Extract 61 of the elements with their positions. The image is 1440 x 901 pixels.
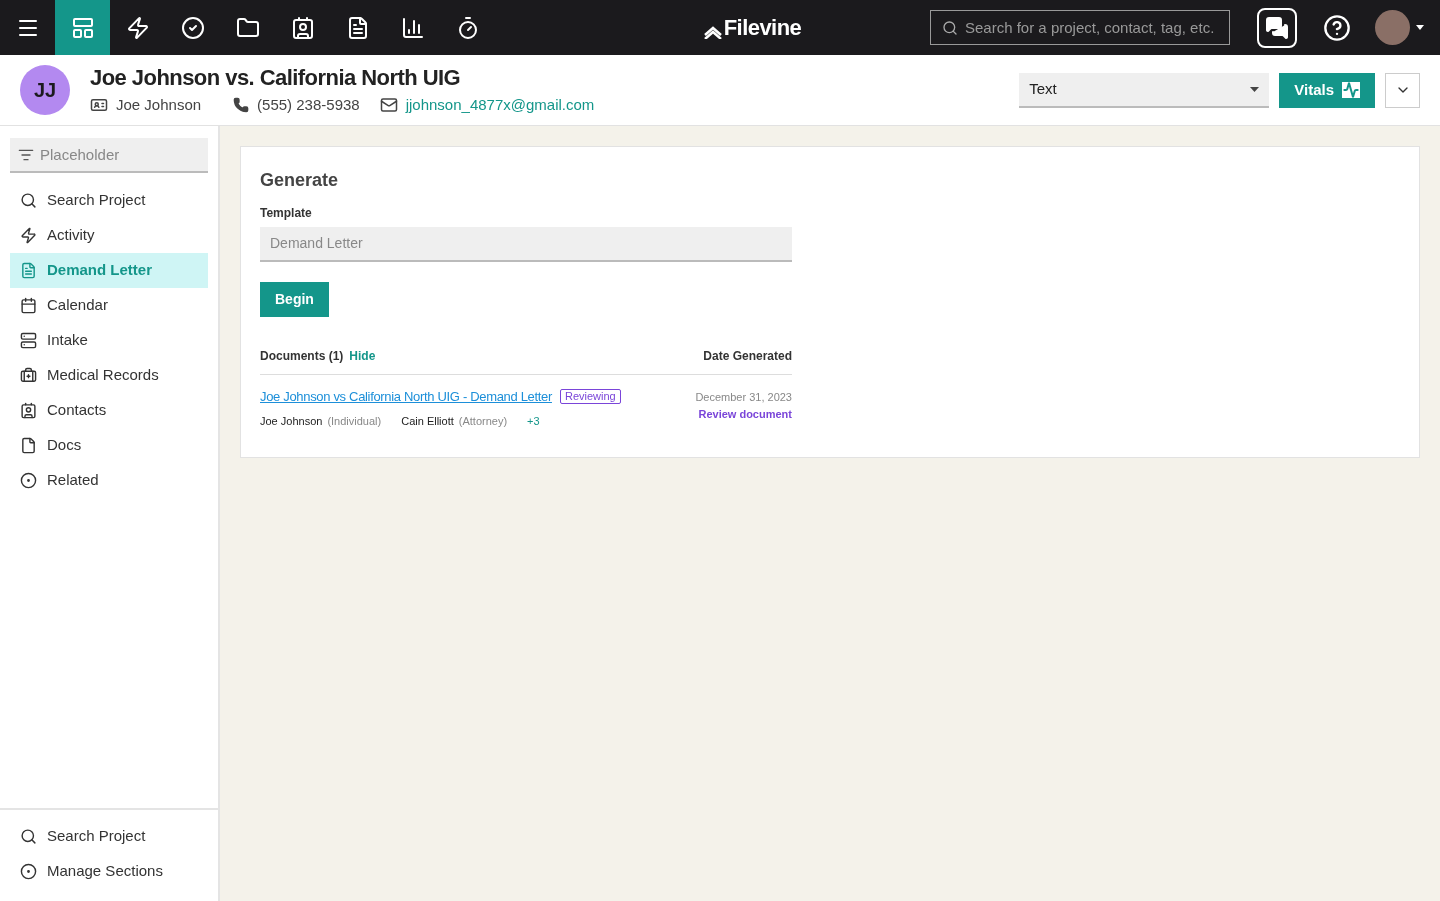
- stacked-rows-icon: [20, 332, 37, 349]
- folder-icon: [235, 15, 260, 40]
- begin-button[interactable]: Begin: [260, 282, 329, 317]
- field-label: Template: [260, 205, 313, 222]
- bar-chart-icon: [400, 15, 425, 40]
- help-icon[interactable]: [1323, 13, 1351, 42]
- medical-kit-icon: [20, 367, 37, 384]
- calendar-icon: [20, 297, 37, 314]
- person-name: Cain Elliott: [401, 413, 454, 429]
- documents-heading: Documents (1): [260, 348, 344, 365]
- sidebar-item[interactable]: Search Project: [10, 183, 208, 218]
- person-role: (Individual): [327, 413, 382, 429]
- layout-icon: [70, 15, 95, 40]
- sidebar-item[interactable]: Intake: [10, 323, 208, 358]
- review-link[interactable]: Review document: [698, 405, 792, 422]
- hide-link[interactable]: Hide: [349, 347, 376, 365]
- search-icon: [20, 828, 37, 845]
- view-select[interactable]: Text: [1019, 72, 1270, 108]
- lightning-icon: [20, 227, 37, 244]
- contact-card-icon: [290, 15, 315, 40]
- avatar[interactable]: [1375, 10, 1410, 45]
- search-field[interactable]: Search for a project, contact, tag, etc.: [930, 10, 1230, 45]
- more-count[interactable]: +3: [527, 412, 540, 429]
- sidebar-item[interactable]: Docs: [10, 428, 208, 463]
- search-icon: [20, 192, 37, 209]
- sidebar-item[interactable]: Activity: [10, 218, 208, 253]
- filter-field[interactable]: Placeholder: [10, 138, 208, 173]
- project-title: Joe Johnson vs. California North UIG: [90, 64, 462, 92]
- pulse-icon: [1342, 82, 1360, 98]
- chat-bubbles-icon: [1265, 15, 1289, 40]
- filter-icon: [18, 147, 34, 163]
- initials-avatar: JJ: [20, 65, 70, 115]
- document-link[interactable]: Joe Johnson vs California North UIG - Demand Letter: [260, 387, 552, 407]
- column-heading: Date Generated: [703, 348, 792, 365]
- person-role: (Attorney): [458, 413, 508, 429]
- sidebar-item[interactable]: Search Project: [10, 819, 208, 854]
- logo-text: Filevine: [723, 16, 802, 39]
- sidebar-item[interactable]: Calendar: [10, 288, 208, 323]
- chevron-logo-icon: [703, 24, 722, 39]
- email-link[interactable]: jjohnson_4877x@gmail.com: [405, 93, 595, 116]
- phone-number: (555) 238-5938: [257, 94, 360, 115]
- caret-icon: [1250, 86, 1260, 92]
- lightning-icon: [125, 15, 150, 40]
- mail-icon: [379, 95, 398, 114]
- sidebar-item[interactable]: Related: [10, 463, 208, 498]
- search-icon: [942, 20, 958, 36]
- vitals-button[interactable]: Vitals: [1279, 72, 1375, 108]
- document-date: December 31, 2023: [695, 390, 792, 405]
- card-title: Generate: [260, 169, 340, 192]
- document-icon: [20, 437, 37, 454]
- status-tag: Reviewing: [559, 389, 621, 405]
- client-name: Joe Johnson: [116, 94, 202, 115]
- sidebar-item[interactable]: Contacts: [10, 393, 208, 428]
- phone-icon: [233, 96, 250, 113]
- person-name: Joe Johnson: [260, 413, 323, 429]
- checkmark-circle-icon: [180, 15, 205, 40]
- chat-button[interactable]: [1257, 7, 1297, 48]
- contact-card-icon: [20, 402, 37, 419]
- caret-icon[interactable]: [1416, 25, 1424, 30]
- sidebar-item[interactable]: Medical Records: [10, 358, 208, 393]
- sidebar-item[interactable]: Manage Sections: [10, 854, 208, 889]
